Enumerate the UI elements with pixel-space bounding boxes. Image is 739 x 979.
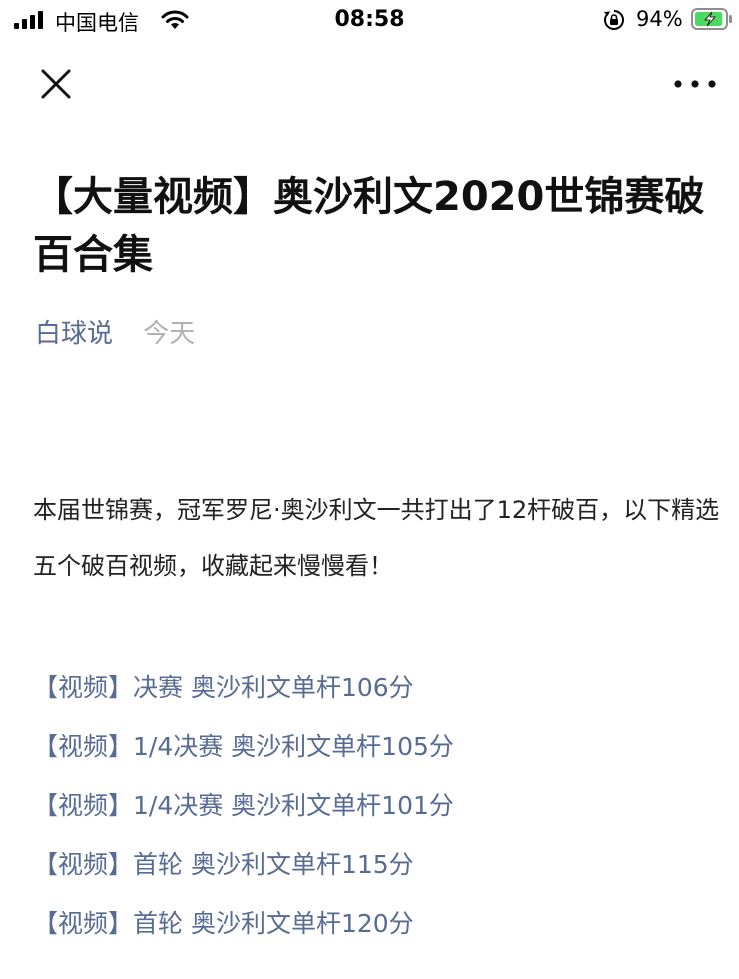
rotation-lock-icon xyxy=(604,10,624,30)
article-title: 【大量视频】奥沙利文2020世锦赛破百合集 xyxy=(33,174,705,278)
video-link-list: 【视频】决赛 奥沙利文单杆106分 【视频】1/4决赛 奥沙利文单杆105分 【… xyxy=(33,658,454,953)
status-bar: 中国电信 08:58 94% xyxy=(0,0,739,40)
battery-icon xyxy=(691,8,732,30)
nav-bar xyxy=(0,52,739,112)
status-time: 08:58 xyxy=(334,7,405,32)
battery-percentage: 94% xyxy=(636,7,683,31)
video-link[interactable]: 【视频】1/4决赛 奥沙利文单杆105分 xyxy=(33,717,454,776)
more-icon[interactable] xyxy=(670,70,720,98)
publish-date: 今天 xyxy=(143,319,196,349)
author-link[interactable]: 白球说 xyxy=(35,319,113,349)
close-icon[interactable] xyxy=(36,64,76,104)
article-intro: 本届世锦赛，冠军罗尼·奥沙利文一共打出了12杆破百，以下精选五个破百视频，收藏起… xyxy=(33,496,720,580)
video-link[interactable]: 【视频】1/4决赛 奥沙利文单杆101分 xyxy=(33,776,454,835)
video-link[interactable]: 【视频】首轮 奥沙利文单杆115分 xyxy=(33,835,454,894)
video-link[interactable]: 【视频】首轮 奥沙利文单杆120分 xyxy=(33,894,454,953)
video-link[interactable]: 【视频】决赛 奥沙利文单杆106分 xyxy=(33,658,454,717)
article-meta: 白球说 今天 xyxy=(35,313,195,350)
